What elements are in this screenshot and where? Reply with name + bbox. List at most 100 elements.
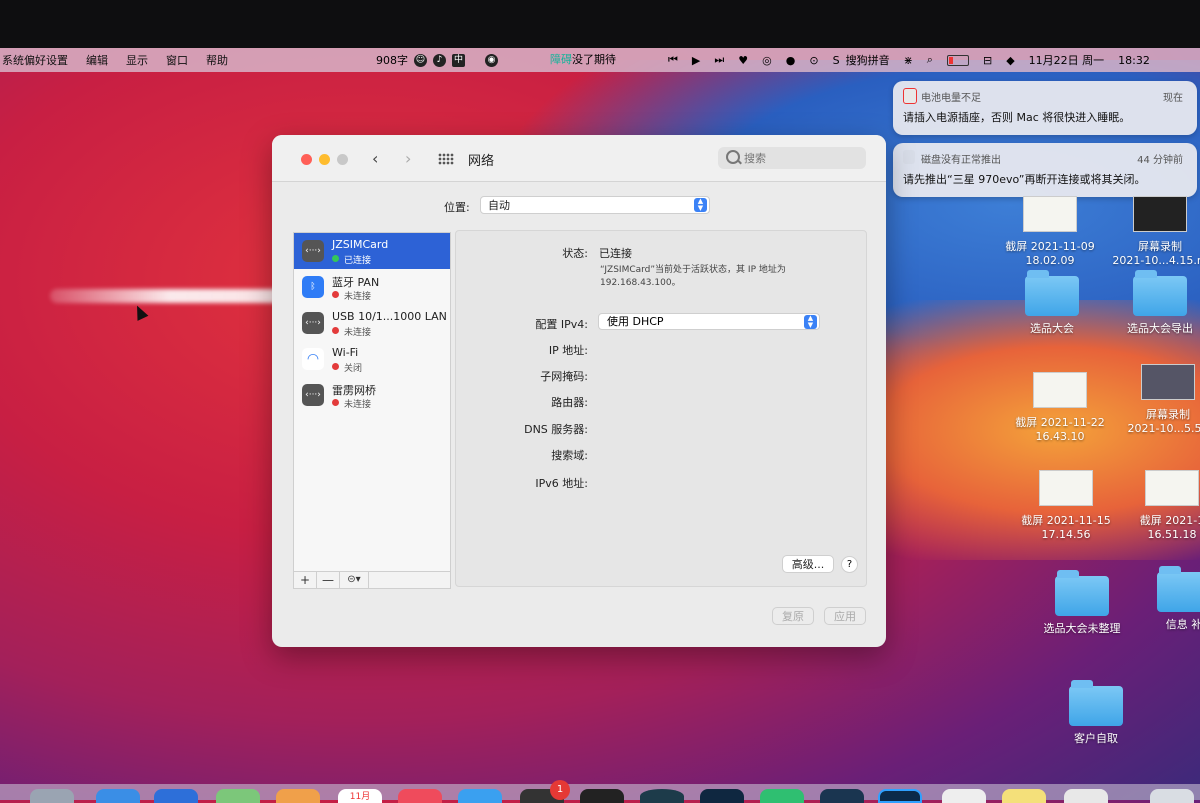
dock-app-icon[interactable] xyxy=(398,789,442,803)
search-field[interactable] xyxy=(718,147,866,169)
back-icon[interactable]: ‹ xyxy=(372,149,378,168)
location-select[interactable]: 自动 ▲ ▼ xyxy=(480,196,710,214)
desktop-file[interactable]: 截屏 2021-1 16.51.18 xyxy=(1112,470,1200,541)
calendar-app-icon[interactable]: 11月 xyxy=(338,789,382,803)
ipv4-select[interactable]: 使用 DHCP ▲ ▼ xyxy=(598,313,820,330)
status-dot-green xyxy=(332,255,339,262)
menu-app-name[interactable]: 系统偏好设置 xyxy=(2,52,68,68)
subnet-mask-label: 子网掩码: xyxy=(540,370,588,383)
ime-indicator[interactable]: 中 xyxy=(452,53,465,67)
desktop-folder[interactable]: 客户自取 xyxy=(1036,680,1156,746)
close-button[interactable] xyxy=(301,154,312,165)
menu-view[interactable]: 显示 xyxy=(126,52,148,68)
minimize-button[interactable] xyxy=(319,154,330,165)
heart-icon[interactable]: ♥ xyxy=(738,54,748,67)
show-all-grid-icon[interactable] xyxy=(438,153,454,165)
service-item-usb-lan[interactable]: ‹···› USB 10/1...1000 LAN 未连接 xyxy=(294,305,450,341)
service-name: JZSIMCard xyxy=(332,238,389,251)
router-label: 路由器: xyxy=(551,396,588,409)
wifi-icon: ◠ xyxy=(302,348,324,370)
service-item-wifi[interactable]: ◠ Wi-Fi 关闭 xyxy=(294,341,450,377)
service-status: 未连接 xyxy=(344,292,372,302)
search-icon[interactable]: ⌕ xyxy=(927,53,933,67)
service-item-jzsimcard[interactable]: ‹···› JZSIMCard 已连接 xyxy=(294,233,450,269)
next-track-icon[interactable]: ⏭ xyxy=(714,53,724,67)
bluetooth-icon: ᛒ xyxy=(302,276,324,298)
ime-name[interactable]: 搜狗拼音 xyxy=(846,52,890,68)
zoom-button[interactable] xyxy=(337,154,348,165)
wechat-icon[interactable]: ◉ xyxy=(485,53,498,67)
desktop-file[interactable]: 屏幕录制 2021-10...4.15.m xyxy=(1100,196,1200,267)
dock-app-icon[interactable] xyxy=(30,789,74,803)
menubar-time[interactable]: 18:32 xyxy=(1118,54,1150,67)
location-label: 位置: xyxy=(444,201,470,214)
emoji-icon[interactable]: ☺ xyxy=(414,53,427,67)
lyrics-rest: 没了期待 xyxy=(572,53,616,66)
notification-battery[interactable]: 电池电量不足 现在 请插入电源插座，否则 Mac 将很快进入睡眠。 xyxy=(893,81,1197,135)
microphone-icon[interactable]: ♪ xyxy=(433,53,446,67)
control-center-icon[interactable]: ⊟ xyxy=(983,54,992,67)
trash-icon[interactable] xyxy=(1150,789,1194,803)
dock-app-icon[interactable] xyxy=(1002,789,1046,803)
play-icon[interactable]: ▶ xyxy=(692,54,700,67)
dock-app-icon[interactable] xyxy=(154,789,198,803)
desktop-file[interactable]: 截屏 2021-11-09 18.02.09 xyxy=(990,196,1110,267)
search-input[interactable] xyxy=(742,149,856,167)
desktop-folder[interactable]: 选品大会 xyxy=(992,270,1112,336)
dock-app-icon[interactable] xyxy=(216,789,260,803)
globe-icon[interactable]: ◎ xyxy=(762,54,772,67)
mouse-cursor-icon xyxy=(131,303,149,321)
dock-app-icon[interactable] xyxy=(1064,789,1108,803)
advanced-button[interactable]: 高级... xyxy=(782,555,834,573)
desktop-folder-label: 客户自取 xyxy=(1074,732,1118,745)
siri-icon[interactable]: ◆ xyxy=(1006,54,1014,67)
revert-button[interactable]: 复原 xyxy=(772,607,814,625)
media-app-icon[interactable]: ● xyxy=(786,54,796,67)
location-value: 自动 xyxy=(488,199,510,212)
desktop-file[interactable]: 屏幕录制 2021-10...5.51 xyxy=(1108,364,1200,435)
dock-app-icon[interactable] xyxy=(276,789,320,803)
service-name: 雷雳网桥 xyxy=(332,384,376,397)
dock-app-icon[interactable] xyxy=(96,789,140,803)
network-dots-icon: ‹···› xyxy=(302,240,324,262)
add-service-button[interactable]: + xyxy=(294,572,317,588)
desktop-file[interactable]: 截屏 2021-11-15 17.14.56 xyxy=(1006,470,1126,541)
battery-icon[interactable] xyxy=(946,54,969,66)
action-menu-button[interactable]: ⊝▾ xyxy=(340,572,369,588)
window-titlebar: ‹ › 网络 xyxy=(272,135,886,182)
photoshop-icon[interactable] xyxy=(878,789,922,803)
wifi-off-icon[interactable]: ⋇ xyxy=(904,54,913,67)
dock-app-icon[interactable] xyxy=(820,789,864,803)
dock-app-icon[interactable] xyxy=(700,789,744,803)
dock-app-icon[interactable] xyxy=(458,789,502,803)
service-item-bluetooth-pan[interactable]: ᛒ 蓝牙 PAN 未连接 xyxy=(294,269,450,305)
sogou-icon[interactable]: S xyxy=(833,54,840,67)
video-thumbnail xyxy=(1133,196,1187,232)
service-item-thunderbolt-bridge[interactable]: ‹···› 雷雳网桥 未连接 xyxy=(294,377,450,413)
dock-app-icon[interactable] xyxy=(760,789,804,803)
menu-help[interactable]: 帮助 xyxy=(206,52,228,68)
record-icon[interactable]: ⊙ xyxy=(809,54,818,67)
desktop-folder[interactable]: 选品大会导出 xyxy=(1100,270,1200,336)
service-status: 已连接 xyxy=(344,256,372,266)
notification-disk[interactable]: 磁盘没有正常推出 44 分钟前 请先推出“三星 970evo”再断开连接或将其关… xyxy=(893,143,1197,197)
previous-track-icon[interactable]: ⏮ xyxy=(668,53,678,67)
menubar-date[interactable]: 11月22日 周一 xyxy=(1029,52,1105,68)
menu-window[interactable]: 窗口 xyxy=(166,52,188,68)
menu-edit[interactable]: 编辑 xyxy=(86,52,108,68)
word-count: 908字 xyxy=(376,54,408,67)
desktop-file[interactable]: 截屏 2021-11-22 16.43.10 xyxy=(1000,372,1120,443)
status-value: 已连接 xyxy=(599,247,632,260)
desktop-file-label: 屏幕录制 2021-10...4.15.m xyxy=(1112,240,1200,267)
folder-icon xyxy=(1157,566,1200,612)
folder-icon xyxy=(1025,270,1079,316)
dock-app-icon[interactable] xyxy=(580,789,624,803)
forward-icon[interactable]: › xyxy=(405,149,411,168)
desktop-folder-label: 信息 补 xyxy=(1165,618,1200,631)
dock-app-icon[interactable] xyxy=(942,789,986,803)
dock-app-icon[interactable] xyxy=(640,789,684,803)
apply-button[interactable]: 应用 xyxy=(824,607,866,625)
desktop-folder[interactable]: 信息 补 xyxy=(1124,566,1200,632)
remove-service-button[interactable]: — xyxy=(317,572,340,588)
help-button[interactable]: ? xyxy=(841,556,858,573)
